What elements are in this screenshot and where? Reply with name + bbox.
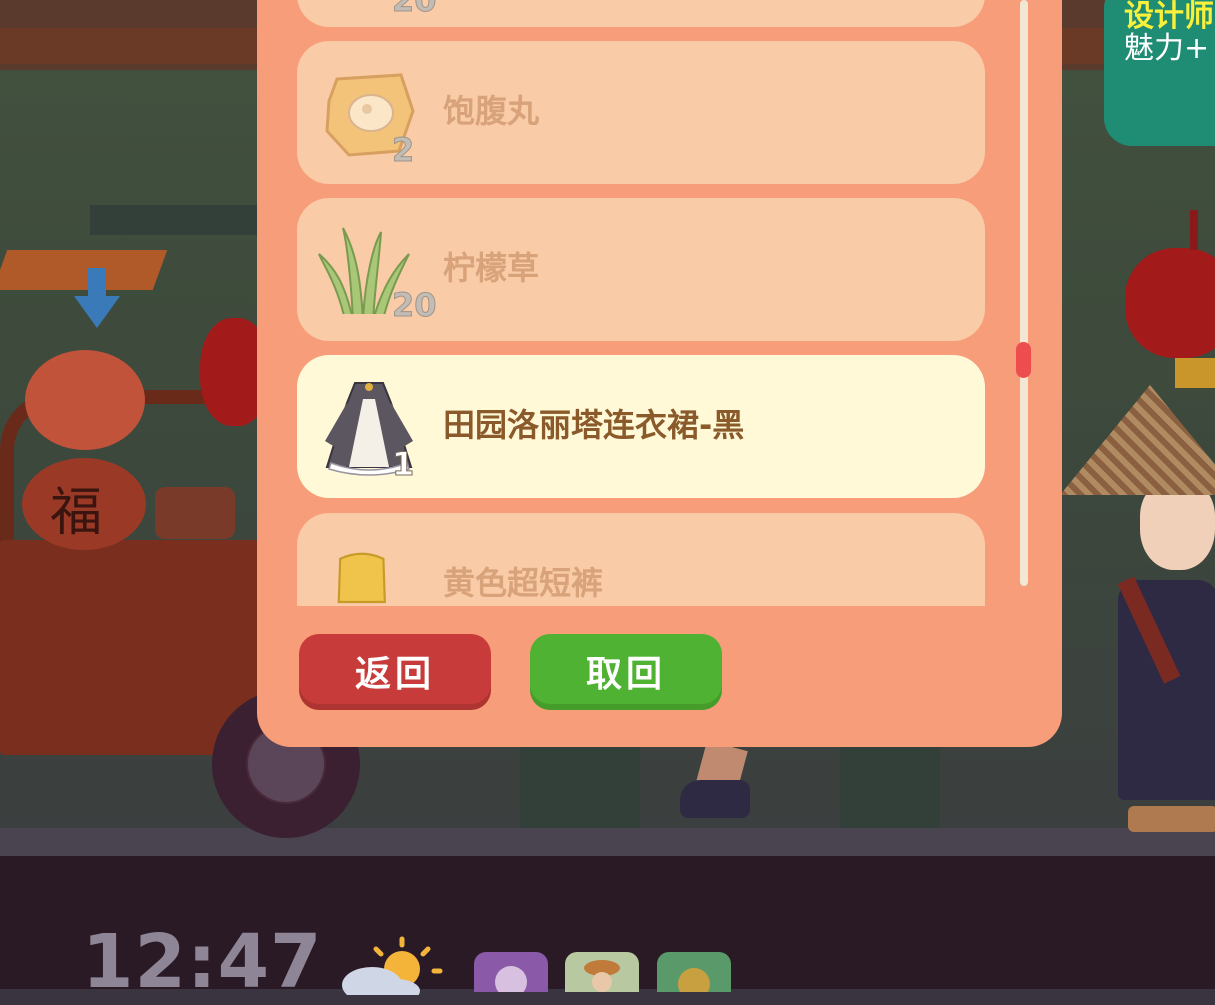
item-name: 柠檬草 <box>443 249 540 287</box>
scrollbar-thumb[interactable] <box>1016 342 1031 378</box>
item-count: 1 <box>391 445 415 483</box>
inventory-scrollbar[interactable] <box>1020 0 1028 586</box>
farmer-avatar-icon <box>584 960 620 992</box>
item-name: 田园洛丽塔连衣裙-黑 <box>443 406 745 444</box>
inventory-list[interactable]: 20 2 饱腹丸 20 柠檬草 1 田园洛丽塔连衣裙-黑 黄色超短裤 <box>296 0 986 606</box>
list-item[interactable]: 20 <box>297 0 985 27</box>
fu-character: 福 <box>50 483 103 543</box>
scene-crate <box>840 740 940 830</box>
banner-title: 设计师 <box>1124 0 1214 34</box>
down-arrow-icon <box>74 268 120 328</box>
game-clock: 12:47 <box>82 919 323 1005</box>
item-name: 饱腹丸 <box>443 92 540 130</box>
hud-quick-slot[interactable] <box>565 952 639 992</box>
back-button[interactable]: 返回 <box>299 634 491 710</box>
coin-icon <box>678 968 710 1000</box>
cart-handle <box>155 487 235 539</box>
yellow-shorts-icon <box>337 552 386 604</box>
npc-sandals <box>1128 806 1215 832</box>
scene-floor <box>0 828 1215 858</box>
list-item[interactable]: 黄色超短裤 <box>297 513 985 606</box>
red-lantern <box>1125 248 1215 358</box>
walker-shoe <box>680 780 750 818</box>
item-count: 20 <box>392 286 438 324</box>
jar-top <box>25 350 145 450</box>
retrieve-button[interactable]: 取回 <box>530 634 722 710</box>
hud-quick-slot[interactable] <box>474 952 548 998</box>
hud-quick-slot[interactable] <box>657 952 731 1000</box>
item-name: 黄色超短裤 <box>443 564 604 602</box>
list-item[interactable]: 20 柠檬草 <box>297 198 985 341</box>
list-item-selected[interactable]: 1 田园洛丽塔连衣裙-黑 <box>297 355 985 498</box>
lantern-tassel <box>1175 358 1215 388</box>
lantern-string <box>1190 210 1198 250</box>
moon-face-icon <box>495 966 527 998</box>
item-count: 20 <box>392 0 438 19</box>
partly-cloudy-icon <box>342 936 443 995</box>
item-count: 2 <box>391 131 415 169</box>
scene-crate <box>520 740 640 830</box>
list-item[interactable]: 2 饱腹丸 <box>297 41 985 184</box>
banner-subtitle: 魅力+ <box>1124 31 1210 66</box>
